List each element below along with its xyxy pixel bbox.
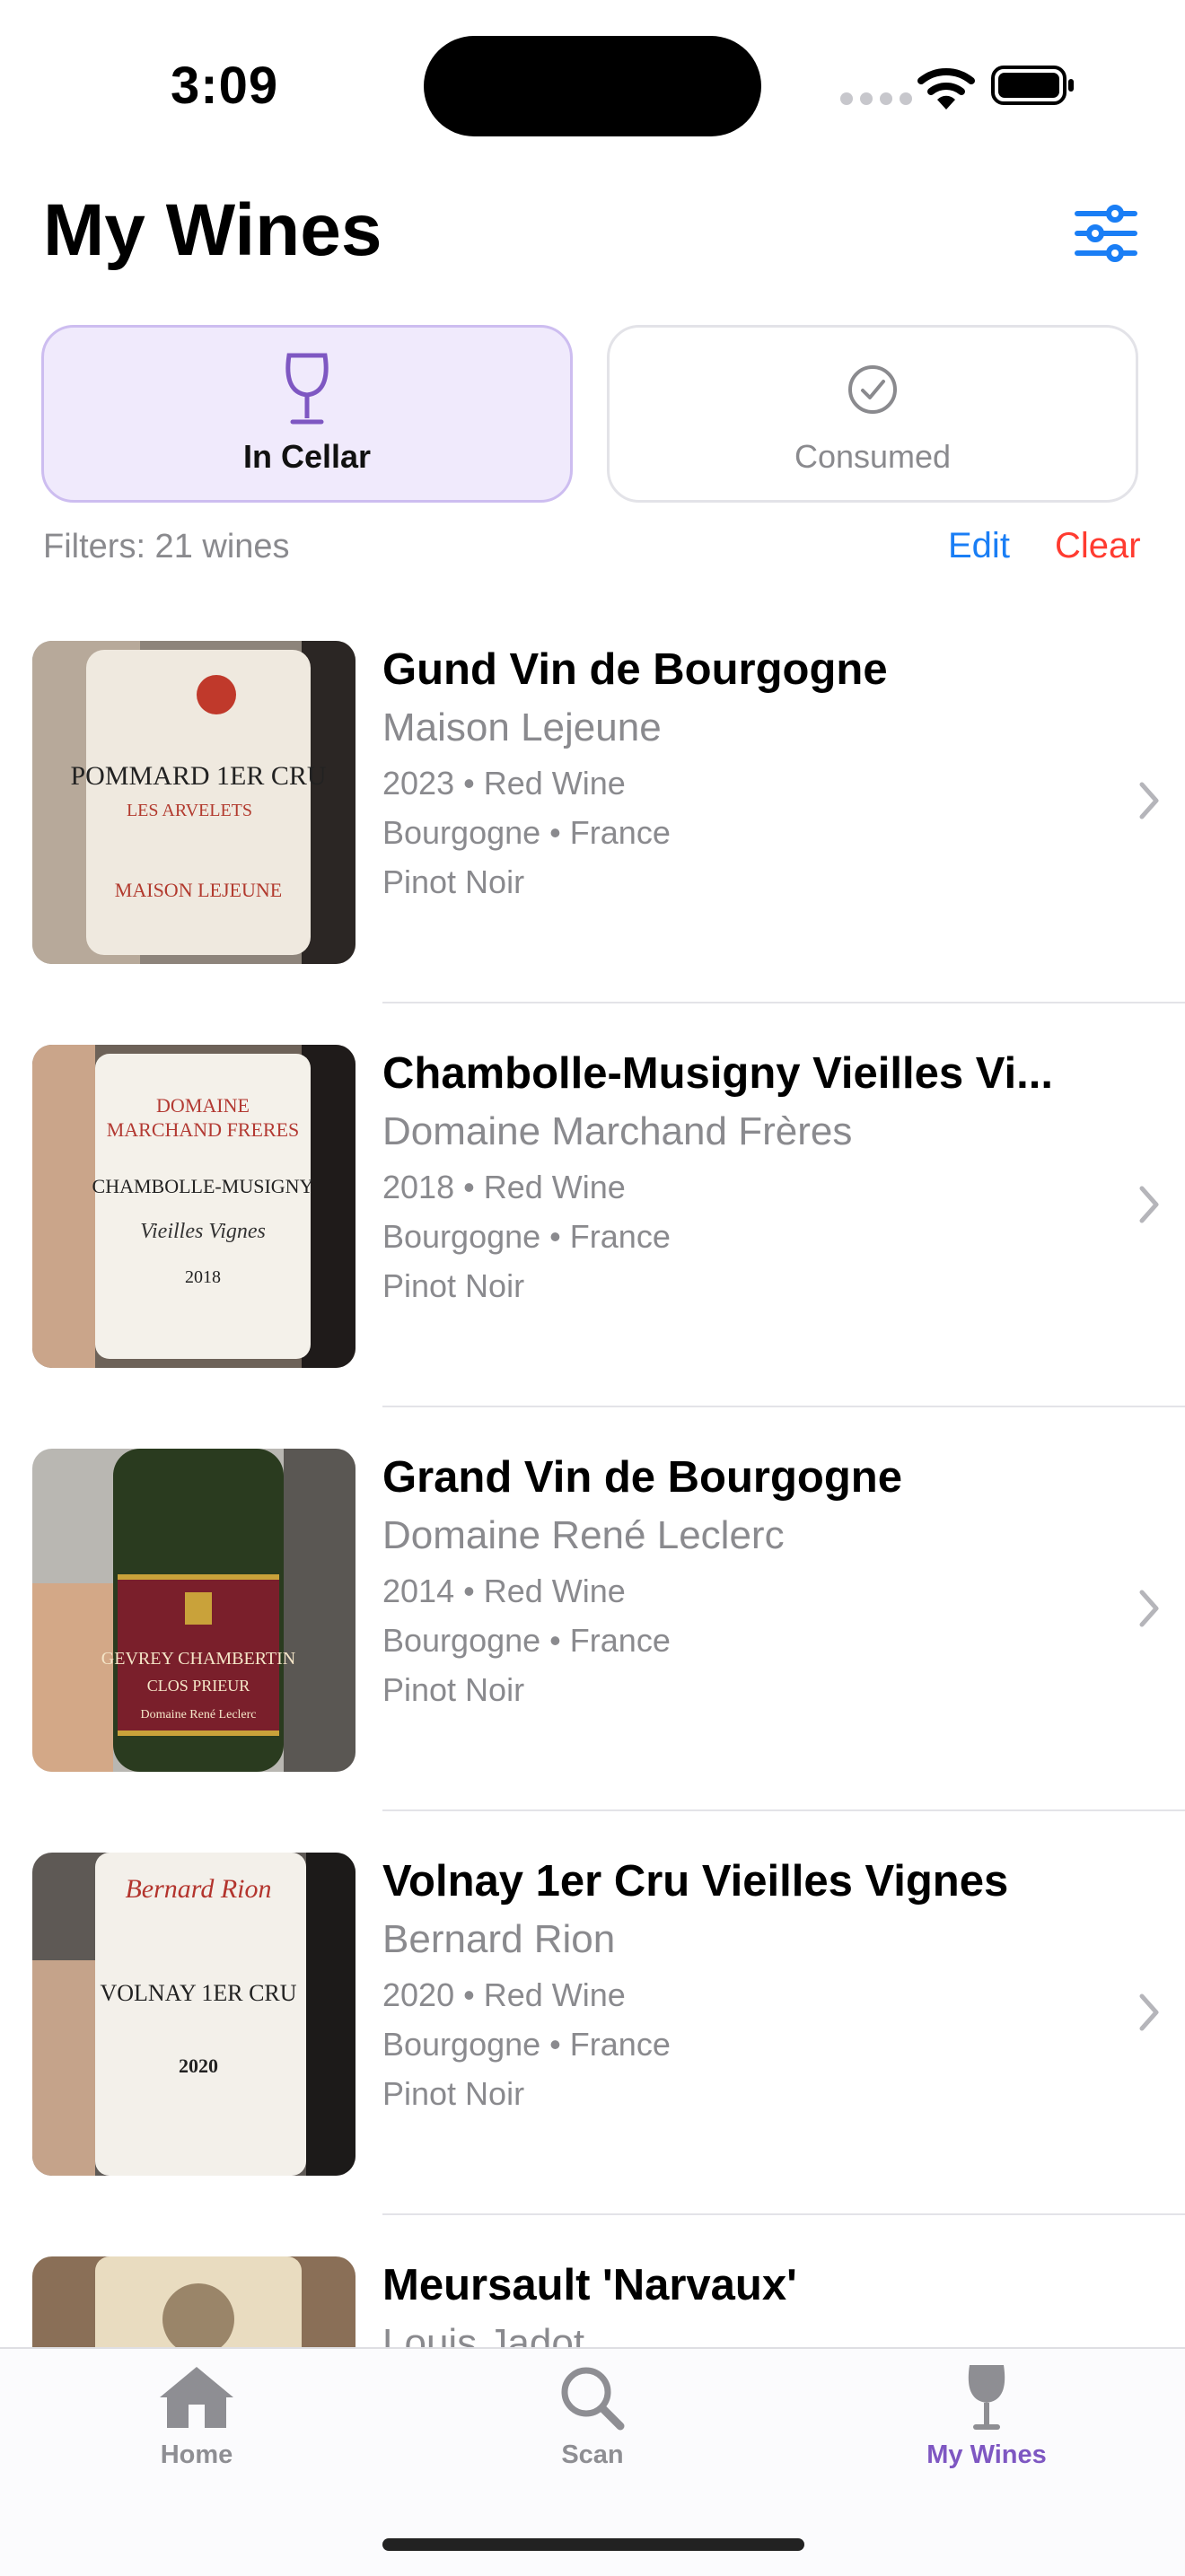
wine-name: Chambolle-Musigny Vieilles Vi... [382, 1049, 1054, 1098]
wine-vintage-type: 2014 • Red Wine [382, 1573, 626, 1609]
label-text: POMMARD 1ER CRU [70, 761, 326, 791]
chevron-right-icon [1139, 1590, 1159, 1627]
wine-glass-icon [285, 353, 329, 425]
label-text: CHAMBOLLE-MUSIGNY [92, 1175, 314, 1197]
wine-thumbnail: POMMARD 1ER CRU LES ARVELETS MAISON LEJE… [32, 641, 356, 964]
home-indicator [382, 2538, 804, 2551]
wine-name: Grand Vin de Bourgogne [382, 1453, 902, 1502]
wine-grape: Pinot Noir [382, 863, 525, 900]
label-text: CLOS PRIEUR [147, 1677, 250, 1695]
wine-region-country: Bourgogne • France [382, 2026, 671, 2063]
wine-thumbnail [32, 2256, 356, 2347]
label-text: Domaine René Leclerc [140, 1708, 256, 1722]
label-text: 2020 [179, 2055, 218, 2077]
wine-name: Meursault 'Narvaux' [382, 2261, 797, 2309]
wine-vintage-type: 2023 • Red Wine [382, 765, 626, 802]
wine-thumbnail: DOMAINE MARCHAND FRERES CHAMBOLLE-MUSIGN… [32, 1045, 356, 1368]
dynamic-island [424, 36, 761, 136]
chevron-right-icon [1139, 1993, 1159, 2031]
list-item[interactable]: POMMARD 1ER CRU LES ARVELETS MAISON LEJE… [0, 628, 1185, 1032]
cellular-signal-icon [840, 92, 912, 105]
wine-name: Volnay 1er Cru Vieilles Vignes [382, 1857, 1009, 1906]
label-text: VOLNAY 1ER CRU [100, 1980, 296, 2006]
wine-vintage-type: 2018 • Red Wine [382, 1169, 626, 1205]
label-text: GEVREY CHAMBERTIN [101, 1649, 295, 1669]
tab-scan-label: Scan [561, 2440, 624, 2469]
label-text: 2018 [185, 1267, 221, 1287]
wine-name: Gund Vin de Bourgogne [382, 645, 888, 694]
list-item[interactable]: DOMAINE MARCHAND FRERES CHAMBOLLE-MUSIGN… [0, 1032, 1185, 1436]
list-item[interactable]: Bernard Rion VOLNAY 1ER CRU 2020 Volnay … [0, 1840, 1185, 2244]
wine-region-country: Bourgogne • France [382, 814, 671, 851]
house-icon [160, 2367, 233, 2428]
clear-filters-button[interactable]: Clear [1055, 526, 1141, 566]
label-text: MARCHAND FRERES [107, 1118, 300, 1141]
wine-producer: Domaine Marchand Frères [382, 1109, 853, 1153]
label-text: Bernard Rion [125, 1874, 271, 1904]
in-cellar-label: In Cellar [242, 438, 372, 475]
label-text: DOMAINE [156, 1094, 250, 1117]
wine-thumbnail: GEVREY CHAMBERTIN CLOS PRIEUR Domaine Re… [32, 1449, 356, 1772]
label-text: MAISON LEJEUNE [115, 879, 282, 901]
wine-grape: Pinot Noir [382, 1671, 525, 1708]
wine-glass-icon [968, 2365, 1005, 2430]
filter-sliders-button[interactable] [1074, 205, 1138, 262]
wine-producer: Maison Lejeune [382, 705, 662, 749]
chevron-right-icon [1139, 782, 1159, 819]
tab-home-label: Home [160, 2440, 233, 2469]
wine-thumbnail: Bernard Rion VOLNAY 1ER CRU 2020 [32, 1853, 356, 2176]
list-item[interactable]: GEVREY CHAMBERTIN CLOS PRIEUR Domaine Re… [0, 1436, 1185, 1840]
wine-list[interactable]: POMMARD 1ER CRU LES ARVELETS MAISON LEJE… [0, 628, 1185, 2347]
label-text: LES ARVELETS [127, 801, 252, 820]
in-cellar-segment[interactable]: In Cellar [41, 325, 573, 503]
wine-vintage-type: 2020 • Red Wine [382, 1976, 626, 2013]
tab-my-wines-label: My Wines [926, 2440, 1047, 2469]
page-title: My Wines [43, 189, 382, 271]
wine-grape: Pinot Noir [382, 1267, 525, 1304]
chevron-right-icon [1139, 1186, 1159, 1223]
wine-producer: Louis Jadot [382, 2321, 585, 2347]
magnifier-icon [561, 2367, 625, 2431]
row-divider [382, 1406, 1185, 1407]
tab-my-wines[interactable]: My Wines [888, 2363, 1085, 2470]
status-time: 3:09 [171, 57, 279, 115]
battery-icon [991, 66, 1074, 105]
wine-region-country: Bourgogne • France [382, 1622, 671, 1659]
wifi-icon [917, 68, 975, 110]
tab-scan[interactable]: Scan [494, 2363, 691, 2470]
wine-producer: Bernard Rion [382, 1917, 616, 1961]
wine-region-country: Bourgogne • France [382, 1218, 671, 1255]
row-divider [382, 2213, 1185, 2215]
wine-producer: Domaine René Leclerc [382, 1513, 785, 1557]
consumed-label: Consumed [794, 438, 952, 475]
edit-filters-button[interactable]: Edit [948, 526, 1010, 566]
checkmark-circle-icon [848, 365, 897, 414]
filters-summary: Filters: 21 wines [43, 528, 290, 565]
wine-grape: Pinot Noir [382, 2075, 525, 2112]
tab-home[interactable]: Home [98, 2363, 295, 2470]
list-item[interactable]: Meursault 'Narvaux' Louis Jadot [0, 2244, 1185, 2347]
row-divider [382, 1002, 1185, 1003]
row-divider [382, 1809, 1185, 1811]
consumed-segment[interactable]: Consumed [607, 325, 1138, 503]
label-text: Vieilles Vignes [140, 1220, 266, 1243]
